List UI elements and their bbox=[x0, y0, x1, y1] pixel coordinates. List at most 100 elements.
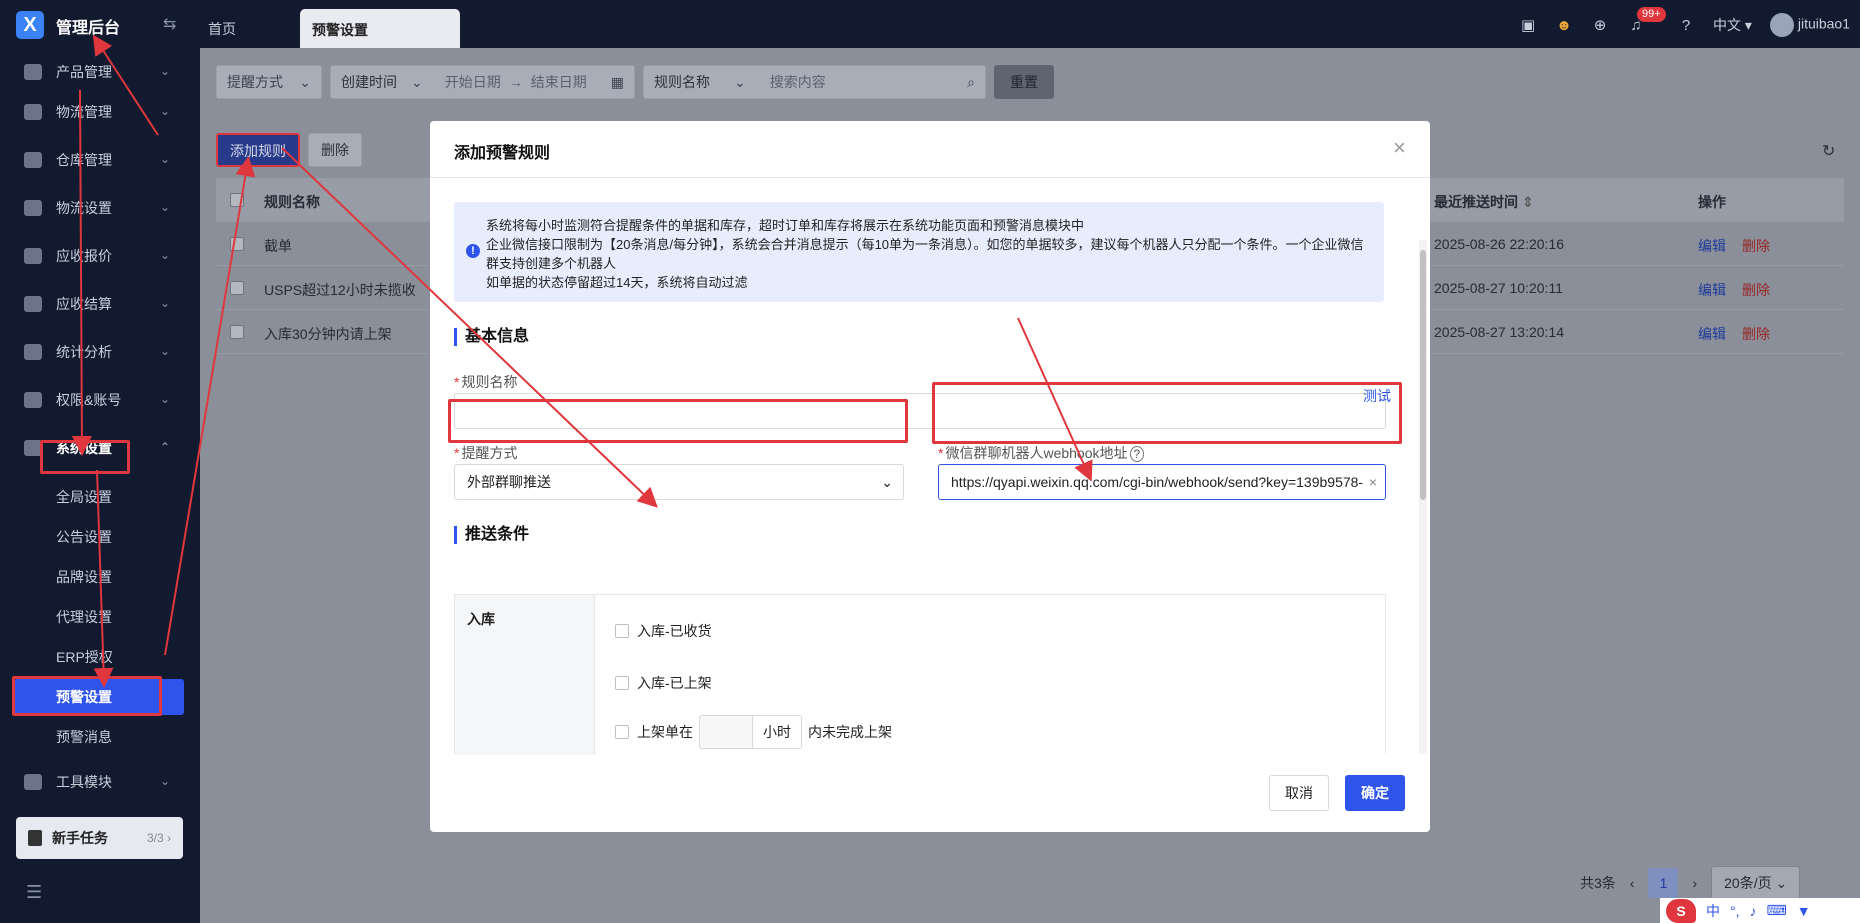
sidebar-item-quote[interactable]: 应收报价 ⌄ bbox=[0, 236, 200, 276]
delete-link[interactable]: 删除 bbox=[1742, 324, 1770, 344]
annotation-remind-box bbox=[448, 399, 908, 443]
checkbox[interactable] bbox=[615, 725, 629, 739]
sidebar-item-warehouse[interactable]: 仓库管理 ⌄ bbox=[0, 140, 200, 180]
calendar-icon: ▦ bbox=[610, 73, 624, 90]
chevron-down-icon: ⌄ bbox=[160, 64, 171, 78]
microphone-icon[interactable]: ♪ bbox=[1750, 903, 1757, 919]
ime-punct[interactable]: °, bbox=[1730, 903, 1740, 919]
add-rule-button[interactable]: 添加规则 bbox=[216, 133, 300, 167]
chevron-down-icon: ⌄ bbox=[160, 152, 171, 166]
warehouse-icon bbox=[24, 152, 42, 168]
annotation-alert-settings-box bbox=[12, 676, 162, 716]
next-page-icon[interactable]: › bbox=[1692, 875, 1697, 891]
total-count: 共3条 bbox=[1580, 875, 1616, 891]
checkbox[interactable] bbox=[615, 676, 629, 690]
cond-received[interactable]: 入库-已收货 bbox=[615, 621, 712, 641]
bell-icon[interactable]: ♫ 99+ bbox=[1627, 7, 1666, 34]
refresh-icon[interactable]: ↻ bbox=[1822, 141, 1835, 161]
delete-link[interactable]: 删除 bbox=[1742, 236, 1770, 256]
document-icon bbox=[24, 248, 42, 264]
sidebar-sub-announcement[interactable]: 公告设置 bbox=[0, 519, 200, 555]
ime-toolbar: S 中 °, ♪ ⌨ ▼ bbox=[1660, 898, 1860, 923]
menu-fold-icon[interactable]: ☰ bbox=[26, 882, 42, 903]
close-icon[interactable]: × bbox=[1393, 135, 1406, 161]
chevron-down-icon: ⌄ bbox=[881, 474, 893, 490]
edit-link[interactable]: 编辑 bbox=[1698, 236, 1726, 256]
sidebar-item-settlement[interactable]: 应收结算 ⌄ bbox=[0, 284, 200, 324]
select-all-checkbox[interactable] bbox=[230, 193, 244, 207]
ime-lang[interactable]: 中 bbox=[1706, 901, 1720, 921]
remind-method-filter[interactable]: 提醒方式 ⌄ bbox=[216, 65, 322, 99]
row-checkbox[interactable] bbox=[230, 281, 244, 295]
row-checkbox[interactable] bbox=[230, 325, 244, 339]
confirm-button[interactable]: 确定 bbox=[1345, 775, 1405, 811]
package-icon bbox=[24, 200, 42, 216]
help-circle-icon[interactable]: ? bbox=[1129, 446, 1145, 462]
cancel-button[interactable]: 取消 bbox=[1269, 775, 1329, 811]
checkbox[interactable] bbox=[615, 624, 629, 638]
download-icon[interactable]: ⊕ bbox=[1591, 16, 1609, 34]
robot-icon[interactable]: ☻ bbox=[1555, 16, 1573, 34]
org-icon bbox=[24, 392, 42, 408]
chevron-down-icon: ⌄ bbox=[160, 104, 171, 118]
sidebar-item-logistics-settings[interactable]: 物流设置 ⌄ bbox=[0, 188, 200, 228]
chevron-down-icon: ⌄ bbox=[160, 392, 171, 406]
sidebar-sub-global[interactable]: 全局设置 bbox=[0, 479, 200, 515]
cond-shelve-timeout[interactable]: 上架单在 小时 内未完成上架 bbox=[615, 715, 892, 749]
search-icon[interactable]: ⌕ bbox=[967, 74, 975, 91]
tab-alert-settings[interactable]: 预警设置 bbox=[300, 9, 460, 48]
sidebar-item-statistics[interactable]: 统计分析 ⌄ bbox=[0, 332, 200, 372]
sidebar-sub-erp[interactable]: ERP授权 bbox=[0, 639, 200, 675]
hours-unit: 小时 bbox=[753, 715, 802, 749]
hours-input[interactable] bbox=[699, 715, 753, 749]
prev-page-icon[interactable]: ‹ bbox=[1630, 875, 1635, 891]
language-select[interactable]: 中文 ▾ bbox=[1713, 15, 1752, 35]
collapse-sidebar-icon[interactable]: ⇆ bbox=[163, 14, 176, 34]
top-right-actions: ▣ ☻ ⊕ ♫ 99+ ? 中文 ▾ jituibao1 bbox=[1519, 7, 1850, 37]
newbie-task-button[interactable]: 新手任务 3/3 › bbox=[16, 817, 183, 859]
sidebar-sub-alert-messages[interactable]: 预警消息 bbox=[0, 719, 200, 755]
delete-link[interactable]: 删除 bbox=[1742, 280, 1770, 300]
webhook-input[interactable]: https://qyapi.weixin.qq.com/cgi-bin/webh… bbox=[938, 464, 1386, 500]
search-input[interactable]: 搜索内容 bbox=[770, 72, 826, 92]
sidebar-item-logistics[interactable]: 物流管理 ⌄ bbox=[0, 92, 200, 132]
edit-link[interactable]: 编辑 bbox=[1698, 324, 1726, 344]
rule-name-label: * 规则名称 bbox=[454, 374, 518, 390]
app-logo: X bbox=[16, 11, 44, 39]
top-bar: X 管理后台 ⇆ 首页 预警设置 ▣ ☻ ⊕ ♫ 99+ ? 中文 ▾ jitui… bbox=[0, 0, 1860, 48]
sidebar-item-product[interactable]: 产品管理 ⌄ bbox=[0, 52, 200, 92]
add-alert-rule-modal: 添加预警规则 × ! 系统将每小时监测符合提醒条件的单据和库存，超时订单和库存将… bbox=[430, 121, 1430, 832]
remind-method-label: * 提醒方式 bbox=[454, 445, 518, 461]
row-checkbox[interactable] bbox=[230, 237, 244, 251]
page-size-select[interactable]: 20条/页 ⌄ bbox=[1711, 866, 1801, 900]
cond-shelved[interactable]: 入库-已上架 bbox=[615, 673, 712, 693]
modal-scroll-thumb[interactable] bbox=[1420, 250, 1426, 500]
page-1[interactable]: 1 bbox=[1648, 868, 1679, 898]
toolbar: 添加规则 删除 bbox=[216, 133, 362, 167]
store-icon[interactable]: ▣ bbox=[1519, 16, 1537, 34]
sidebar-sub-agent[interactable]: 代理设置 bbox=[0, 599, 200, 635]
chart-icon bbox=[24, 344, 42, 360]
notification-badge: 99+ bbox=[1637, 7, 1666, 22]
info-alert: ! 系统将每小时监测符合提醒条件的单据和库存，超时订单和库存将展示在系统功能页面… bbox=[454, 202, 1384, 302]
sidebar-sub-brand[interactable]: 品牌设置 bbox=[0, 559, 200, 595]
help-icon[interactable]: ? bbox=[1677, 16, 1695, 34]
delete-button[interactable]: 删除 bbox=[308, 133, 362, 167]
edit-link[interactable]: 编辑 bbox=[1698, 280, 1726, 300]
user-menu[interactable]: jituibao1 bbox=[1769, 13, 1850, 37]
box-icon bbox=[24, 64, 42, 80]
webhook-label: * 微信群聊机器人webhook地址? bbox=[938, 443, 1145, 463]
sidebar-item-permissions[interactable]: 权限&账号 ⌄ bbox=[0, 380, 200, 420]
clear-icon[interactable]: × bbox=[1369, 465, 1377, 499]
avatar bbox=[1769, 13, 1794, 37]
shirt-icon[interactable]: ▼ bbox=[1797, 903, 1811, 919]
reset-button[interactable]: 重置 bbox=[994, 65, 1054, 99]
remind-method-select[interactable]: 外部群聊推送 ⌄ bbox=[454, 464, 904, 500]
keyboard-icon[interactable]: ⌨ bbox=[1767, 902, 1787, 919]
sogou-icon[interactable]: S bbox=[1666, 898, 1696, 923]
tab-home[interactable]: 首页 bbox=[208, 19, 236, 39]
date-range-filter[interactable]: 创建时间 ⌄ 开始日期 → 结束日期 ▦ bbox=[330, 65, 635, 99]
sidebar-item-tools[interactable]: 工具模块 ⌄ bbox=[0, 762, 200, 802]
section-basic-info: 基本信息 bbox=[454, 328, 529, 346]
rule-search[interactable]: 规则名称 ⌄ 搜索内容 ⌕ bbox=[643, 65, 986, 99]
